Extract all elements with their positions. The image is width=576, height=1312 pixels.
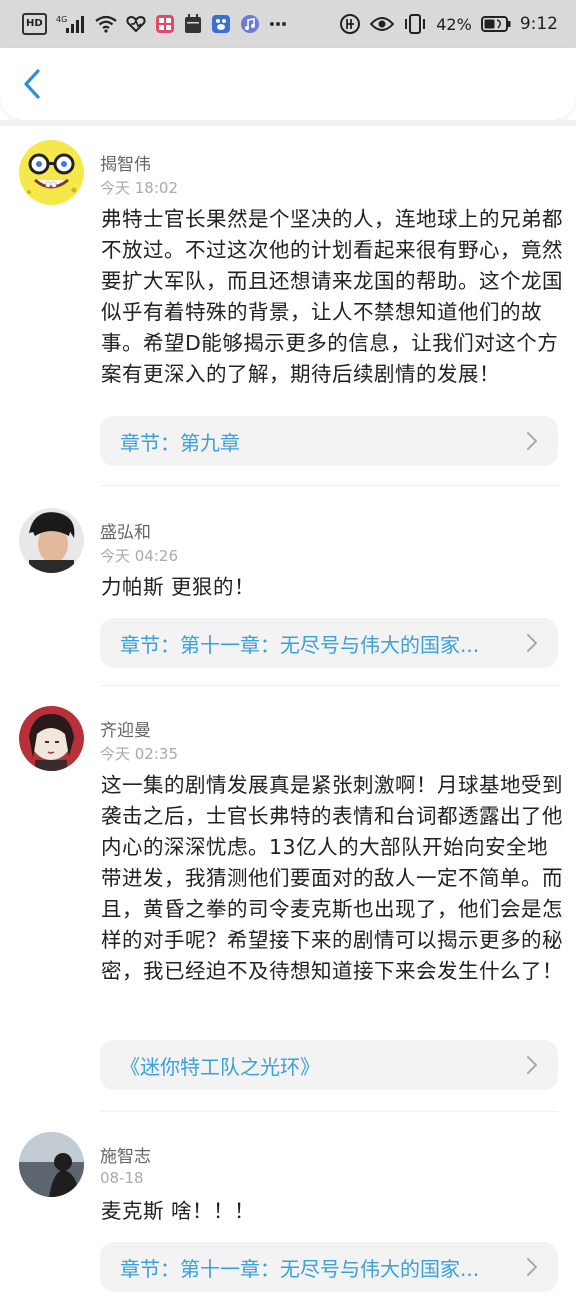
app-grid-icon — [155, 13, 175, 35]
data-saver-icon — [339, 13, 361, 35]
chevron-right-icon — [527, 1056, 538, 1074]
baidu-icon — [211, 13, 231, 35]
comment-text: 弗特士官长果然是个坚决的人，连地球上的兄弟都不放过。不过这次他的计划看起来很有野… — [101, 207, 563, 386]
chapter-link-label: 章节：第九章 — [120, 430, 240, 455]
comment-list: 揭智伟 今天 18:02 弗特士官长果然是个坚决的人，连地球上的兄弟都不放过。不… — [0, 126, 576, 1312]
status-right: 42% 9:12 — [339, 13, 558, 35]
wifi-icon — [94, 13, 117, 35]
network-label: 4G — [56, 15, 67, 24]
battery-icon — [480, 13, 511, 35]
avatar[interactable] — [19, 706, 84, 771]
comment-text: 这一集的剧情发展真是紧张刺激啊！月球基地受到袭击之后，士官长弗特的表情和台词都透… — [101, 773, 563, 983]
music-app-icon — [240, 13, 260, 35]
avatar[interactable] — [19, 1132, 84, 1197]
comment-item: 揭智伟 今天 18:02 弗特士官长果然是个坚决的人，连地球上的兄弟都不放过。不… — [0, 126, 576, 486]
status-left: HD 4G — [22, 13, 287, 35]
chapter-link[interactable]: 章节：第九章 — [100, 416, 558, 466]
chapter-link[interactable]: 章节：第十一章：无尽号与伟大的国家... — [100, 1242, 558, 1292]
eye-icon — [370, 13, 395, 35]
hd-badge: HD — [22, 13, 47, 35]
user-name[interactable]: 齐迎曼 — [100, 716, 151, 741]
chapter-link[interactable]: 章节：第十一章：无尽号与伟大的国家... — [100, 618, 558, 668]
user-name[interactable]: 揭智伟 — [100, 150, 151, 175]
chevron-right-icon — [527, 634, 538, 652]
avatar[interactable] — [19, 140, 84, 205]
comment-time: 今天 02:35 — [100, 745, 178, 763]
comment-text: 麦克斯 啥！！！ — [101, 1199, 256, 1223]
vibrate-icon — [403, 13, 427, 35]
comment-time: 今天 04:26 — [100, 547, 178, 565]
comment-time: 08-18 — [100, 1169, 144, 1187]
avatar[interactable] — [19, 508, 84, 573]
comment-item: 施智志 08-18 麦克斯 啥！！！ 章节：第十一章：无尽号与伟大的国家... — [0, 1112, 576, 1312]
comment-item: 齐迎曼 今天 02:35 这一集的剧情发展真是紧张刺激啊！月球基地受到袭击之后，… — [0, 686, 576, 1112]
chapter-link-label: 《迷你特工队之光环》 — [120, 1054, 320, 1079]
user-name[interactable]: 施智志 — [100, 1142, 151, 1167]
heart-pulse-icon — [126, 13, 146, 35]
chevron-left-icon — [24, 69, 40, 99]
chevron-right-icon — [527, 432, 538, 450]
comment-item: 盛弘和 今天 04:26 力帕斯 更狠的！ 章节：第十一章：无尽号与伟大的国家.… — [0, 486, 576, 686]
comment-time: 今天 18:02 — [100, 179, 178, 197]
status-bar: HD 4G 42% 9:12 — [0, 0, 576, 48]
chapter-link-label: 章节：第十一章：无尽号与伟大的国家... — [120, 1256, 480, 1281]
comment-text: 力帕斯 更狠的！ — [101, 575, 256, 599]
chapter-link-label: 章节：第十一章：无尽号与伟大的国家... — [120, 632, 480, 657]
chevron-right-icon — [527, 1258, 538, 1276]
signal-icon: 4G — [56, 13, 86, 35]
clock: 9:12 — [519, 14, 558, 34]
more-icon — [269, 13, 287, 35]
user-name[interactable]: 盛弘和 — [100, 518, 151, 543]
chapter-link[interactable]: 《迷你特工队之光环》 — [100, 1040, 558, 1090]
back-button[interactable] — [14, 66, 50, 102]
battery-percent: 42% — [436, 14, 472, 34]
calendar-icon — [184, 13, 202, 35]
app-header — [0, 48, 576, 120]
